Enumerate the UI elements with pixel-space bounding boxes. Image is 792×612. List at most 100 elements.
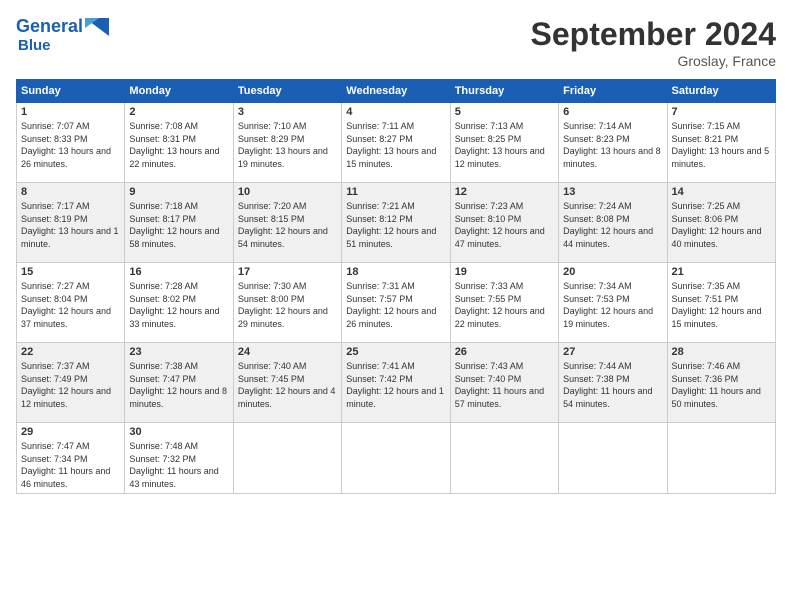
table-row: 10 Sunrise: 7:20 AM Sunset: 8:15 PM Dayl… bbox=[233, 183, 341, 263]
table-row: 2 Sunrise: 7:08 AM Sunset: 8:31 PM Dayli… bbox=[125, 103, 233, 183]
day-number: 9 bbox=[129, 186, 228, 198]
day-number: 18 bbox=[346, 266, 445, 278]
day-number: 16 bbox=[129, 266, 228, 278]
day-detail: Sunrise: 7:20 AM Sunset: 8:15 PM Dayligh… bbox=[238, 200, 337, 250]
day-detail: Sunrise: 7:34 AM Sunset: 7:53 PM Dayligh… bbox=[563, 280, 662, 330]
day-number: 5 bbox=[455, 106, 554, 118]
calendar-row-3: 22 Sunrise: 7:37 AM Sunset: 7:49 PM Dayl… bbox=[17, 343, 776, 423]
table-row bbox=[233, 423, 341, 494]
day-number: 19 bbox=[455, 266, 554, 278]
day-detail: Sunrise: 7:27 AM Sunset: 8:04 PM Dayligh… bbox=[21, 280, 120, 330]
col-friday: Friday bbox=[559, 80, 667, 103]
day-detail: Sunrise: 7:21 AM Sunset: 8:12 PM Dayligh… bbox=[346, 200, 445, 250]
table-row: 15 Sunrise: 7:27 AM Sunset: 8:04 PM Dayl… bbox=[17, 263, 125, 343]
day-number: 28 bbox=[672, 346, 771, 358]
table-row: 13 Sunrise: 7:24 AM Sunset: 8:08 PM Dayl… bbox=[559, 183, 667, 263]
day-detail: Sunrise: 7:13 AM Sunset: 8:25 PM Dayligh… bbox=[455, 120, 554, 170]
month-title: September 2024 bbox=[531, 16, 776, 53]
table-row: 3 Sunrise: 7:10 AM Sunset: 8:29 PM Dayli… bbox=[233, 103, 341, 183]
day-number: 20 bbox=[563, 266, 662, 278]
day-detail: Sunrise: 7:18 AM Sunset: 8:17 PM Dayligh… bbox=[129, 200, 228, 250]
day-number: 13 bbox=[563, 186, 662, 198]
table-row: 5 Sunrise: 7:13 AM Sunset: 8:25 PM Dayli… bbox=[450, 103, 558, 183]
table-row: 25 Sunrise: 7:41 AM Sunset: 7:42 PM Dayl… bbox=[342, 343, 450, 423]
day-number: 7 bbox=[672, 106, 771, 118]
day-number: 1 bbox=[21, 106, 120, 118]
day-detail: Sunrise: 7:41 AM Sunset: 7:42 PM Dayligh… bbox=[346, 360, 445, 410]
page: General Blue September 2024 Groslay, Fra… bbox=[0, 0, 792, 612]
table-row: 14 Sunrise: 7:25 AM Sunset: 8:06 PM Dayl… bbox=[667, 183, 775, 263]
table-row: 28 Sunrise: 7:46 AM Sunset: 7:36 PM Dayl… bbox=[667, 343, 775, 423]
day-number: 24 bbox=[238, 346, 337, 358]
day-number: 21 bbox=[672, 266, 771, 278]
day-number: 8 bbox=[21, 186, 120, 198]
day-detail: Sunrise: 7:30 AM Sunset: 8:00 PM Dayligh… bbox=[238, 280, 337, 330]
table-row: 18 Sunrise: 7:31 AM Sunset: 7:57 PM Dayl… bbox=[342, 263, 450, 343]
day-number: 3 bbox=[238, 106, 337, 118]
table-row: 29 Sunrise: 7:47 AM Sunset: 7:34 PM Dayl… bbox=[17, 423, 125, 494]
table-row: 8 Sunrise: 7:17 AM Sunset: 8:19 PM Dayli… bbox=[17, 183, 125, 263]
day-number: 15 bbox=[21, 266, 120, 278]
table-row: 27 Sunrise: 7:44 AM Sunset: 7:38 PM Dayl… bbox=[559, 343, 667, 423]
day-detail: Sunrise: 7:10 AM Sunset: 8:29 PM Dayligh… bbox=[238, 120, 337, 170]
day-detail: Sunrise: 7:08 AM Sunset: 8:31 PM Dayligh… bbox=[129, 120, 228, 170]
col-tuesday: Tuesday bbox=[233, 80, 341, 103]
table-row: 12 Sunrise: 7:23 AM Sunset: 8:10 PM Dayl… bbox=[450, 183, 558, 263]
table-row: 17 Sunrise: 7:30 AM Sunset: 8:00 PM Dayl… bbox=[233, 263, 341, 343]
day-detail: Sunrise: 7:43 AM Sunset: 7:40 PM Dayligh… bbox=[455, 360, 554, 410]
day-detail: Sunrise: 7:24 AM Sunset: 8:08 PM Dayligh… bbox=[563, 200, 662, 250]
day-number: 10 bbox=[238, 186, 337, 198]
day-number: 12 bbox=[455, 186, 554, 198]
day-detail: Sunrise: 7:31 AM Sunset: 7:57 PM Dayligh… bbox=[346, 280, 445, 330]
table-row: 30 Sunrise: 7:48 AM Sunset: 7:32 PM Dayl… bbox=[125, 423, 233, 494]
col-thursday: Thursday bbox=[450, 80, 558, 103]
table-row: 22 Sunrise: 7:37 AM Sunset: 7:49 PM Dayl… bbox=[17, 343, 125, 423]
day-detail: Sunrise: 7:33 AM Sunset: 7:55 PM Dayligh… bbox=[455, 280, 554, 330]
col-sunday: Sunday bbox=[17, 80, 125, 103]
header-row: Sunday Monday Tuesday Wednesday Thursday… bbox=[17, 80, 776, 103]
logo-general: General bbox=[16, 16, 83, 37]
title-section: September 2024 Groslay, France bbox=[531, 16, 776, 69]
table-row: 4 Sunrise: 7:11 AM Sunset: 8:27 PM Dayli… bbox=[342, 103, 450, 183]
day-number: 27 bbox=[563, 346, 662, 358]
day-detail: Sunrise: 7:15 AM Sunset: 8:21 PM Dayligh… bbox=[672, 120, 771, 170]
table-row: 9 Sunrise: 7:18 AM Sunset: 8:17 PM Dayli… bbox=[125, 183, 233, 263]
day-number: 29 bbox=[21, 426, 120, 438]
calendar-row-2: 15 Sunrise: 7:27 AM Sunset: 8:04 PM Dayl… bbox=[17, 263, 776, 343]
day-number: 4 bbox=[346, 106, 445, 118]
table-row bbox=[667, 423, 775, 494]
table-row: 26 Sunrise: 7:43 AM Sunset: 7:40 PM Dayl… bbox=[450, 343, 558, 423]
day-number: 6 bbox=[563, 106, 662, 118]
table-row: 11 Sunrise: 7:21 AM Sunset: 8:12 PM Dayl… bbox=[342, 183, 450, 263]
day-number: 30 bbox=[129, 426, 228, 438]
day-detail: Sunrise: 7:11 AM Sunset: 8:27 PM Dayligh… bbox=[346, 120, 445, 170]
day-number: 11 bbox=[346, 186, 445, 198]
table-row bbox=[559, 423, 667, 494]
table-row: 1 Sunrise: 7:07 AM Sunset: 8:33 PM Dayli… bbox=[17, 103, 125, 183]
table-row: 23 Sunrise: 7:38 AM Sunset: 7:47 PM Dayl… bbox=[125, 343, 233, 423]
calendar-table: Sunday Monday Tuesday Wednesday Thursday… bbox=[16, 79, 776, 494]
day-detail: Sunrise: 7:44 AM Sunset: 7:38 PM Dayligh… bbox=[563, 360, 662, 410]
table-row: 6 Sunrise: 7:14 AM Sunset: 8:23 PM Dayli… bbox=[559, 103, 667, 183]
day-detail: Sunrise: 7:48 AM Sunset: 7:32 PM Dayligh… bbox=[129, 440, 228, 490]
day-number: 23 bbox=[129, 346, 228, 358]
calendar-row-4: 29 Sunrise: 7:47 AM Sunset: 7:34 PM Dayl… bbox=[17, 423, 776, 494]
calendar-row-0: 1 Sunrise: 7:07 AM Sunset: 8:33 PM Dayli… bbox=[17, 103, 776, 183]
col-saturday: Saturday bbox=[667, 80, 775, 103]
day-detail: Sunrise: 7:28 AM Sunset: 8:02 PM Dayligh… bbox=[129, 280, 228, 330]
day-detail: Sunrise: 7:46 AM Sunset: 7:36 PM Dayligh… bbox=[672, 360, 771, 410]
table-row bbox=[450, 423, 558, 494]
table-row: 7 Sunrise: 7:15 AM Sunset: 8:21 PM Dayli… bbox=[667, 103, 775, 183]
table-row: 21 Sunrise: 7:35 AM Sunset: 7:51 PM Dayl… bbox=[667, 263, 775, 343]
location: Groslay, France bbox=[531, 53, 776, 69]
table-row: 20 Sunrise: 7:34 AM Sunset: 7:53 PM Dayl… bbox=[559, 263, 667, 343]
table-row: 19 Sunrise: 7:33 AM Sunset: 7:55 PM Dayl… bbox=[450, 263, 558, 343]
day-number: 2 bbox=[129, 106, 228, 118]
day-detail: Sunrise: 7:17 AM Sunset: 8:19 PM Dayligh… bbox=[21, 200, 120, 250]
table-row: 16 Sunrise: 7:28 AM Sunset: 8:02 PM Dayl… bbox=[125, 263, 233, 343]
day-detail: Sunrise: 7:38 AM Sunset: 7:47 PM Dayligh… bbox=[129, 360, 228, 410]
day-number: 17 bbox=[238, 266, 337, 278]
logo-arrow-icon bbox=[85, 18, 109, 36]
day-detail: Sunrise: 7:47 AM Sunset: 7:34 PM Dayligh… bbox=[21, 440, 120, 490]
col-wednesday: Wednesday bbox=[342, 80, 450, 103]
